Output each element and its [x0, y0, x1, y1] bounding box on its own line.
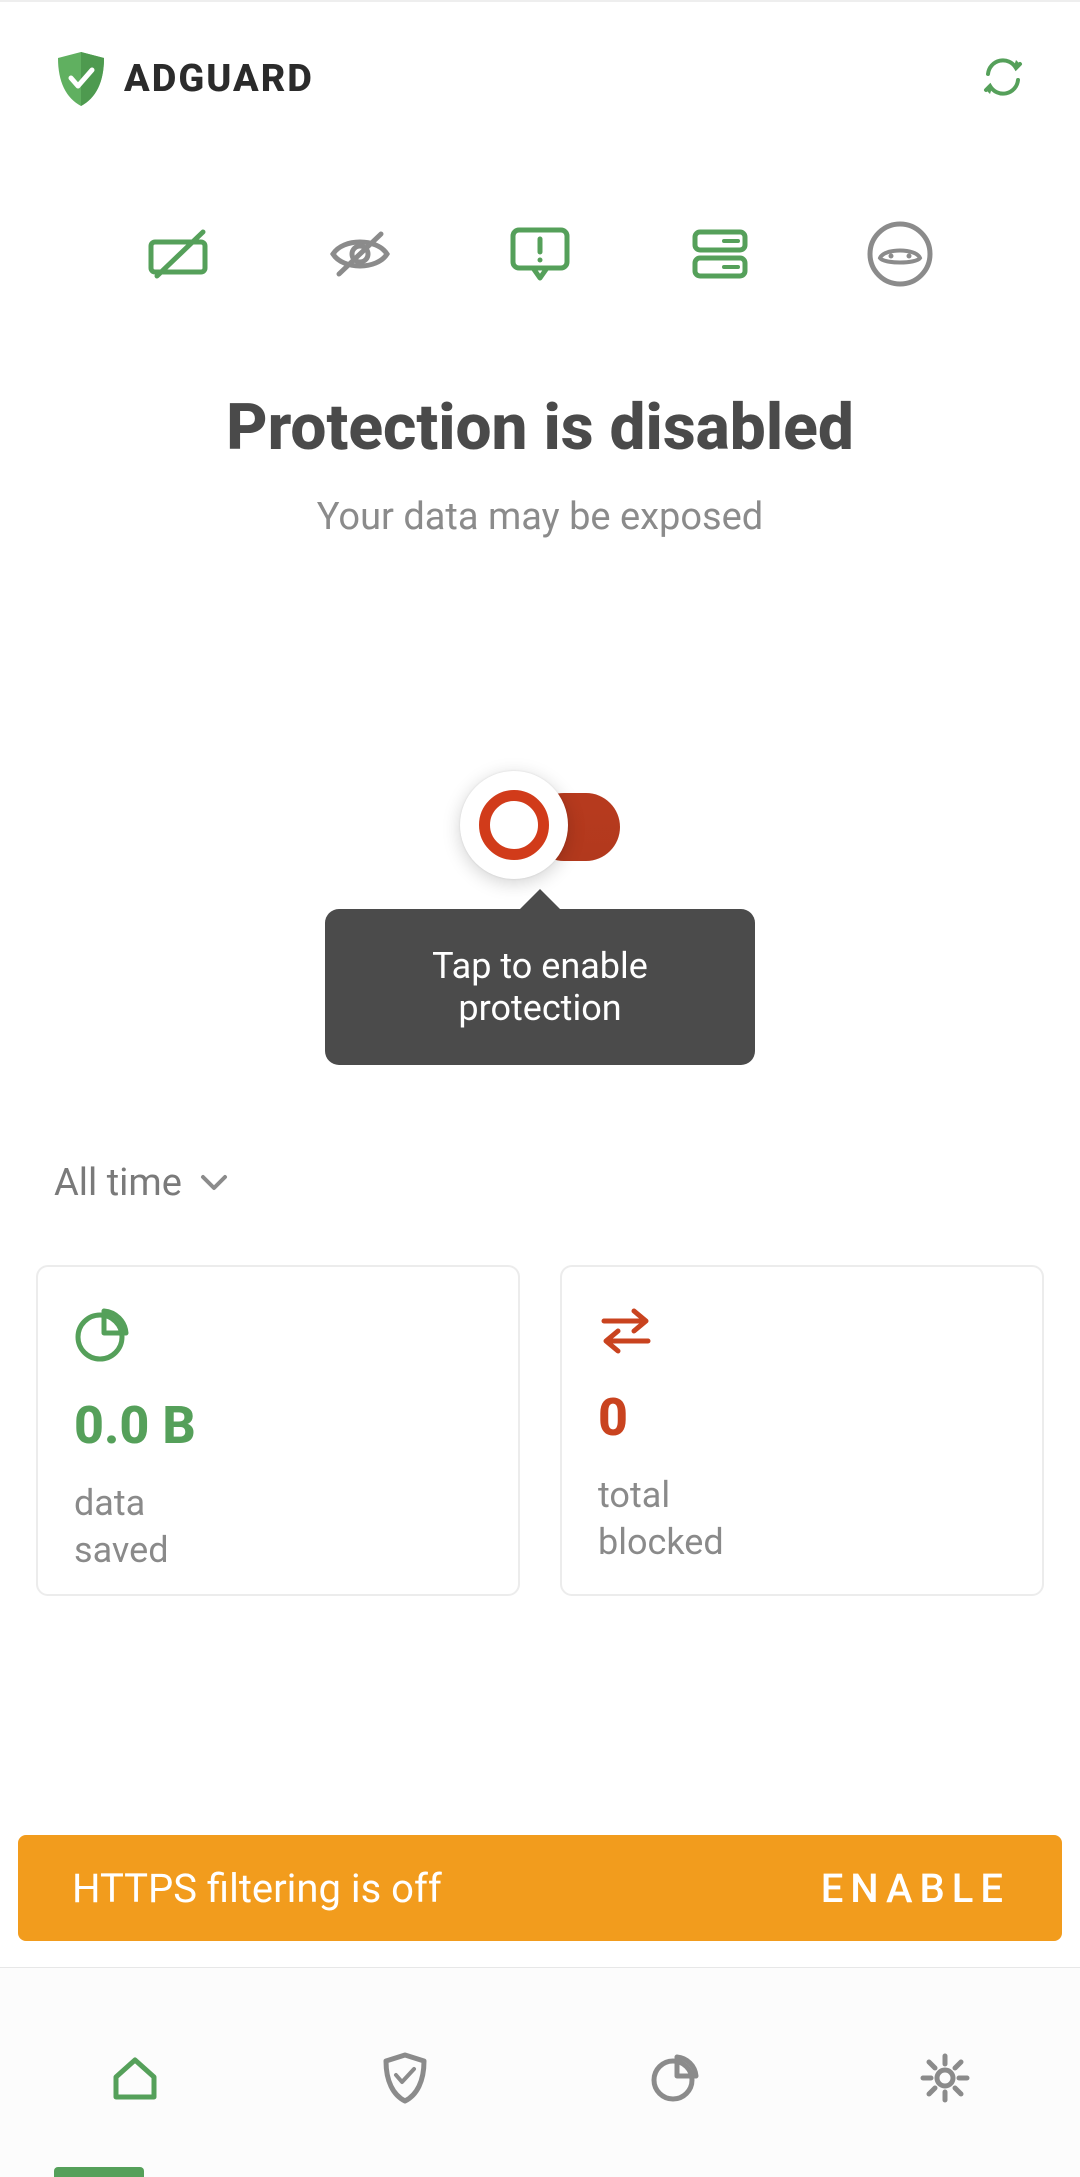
https-enable-button[interactable]: ENABLE [821, 1865, 1010, 1912]
feature-tracking-protection[interactable] [324, 218, 396, 290]
shield-outline-icon [380, 2051, 430, 2105]
chat-alert-icon [507, 224, 573, 284]
swap-arrows-icon [598, 1307, 654, 1355]
stats-period-dropdown[interactable]: All time [0, 1161, 1080, 1205]
pie-chart-icon [74, 1307, 130, 1363]
shield-check-icon [54, 50, 108, 108]
nav-settings[interactable] [913, 2046, 977, 2110]
enable-tooltip: Tap to enable protection [325, 909, 755, 1065]
brand-text: ADGUARD [124, 57, 314, 101]
refresh-icon [980, 54, 1026, 100]
refresh-button[interactable] [980, 54, 1026, 104]
brand-logo: ADGUARD [54, 50, 314, 108]
chart-icon [650, 2053, 700, 2103]
data-saved-value: 0.0 B [74, 1395, 482, 1456]
feature-ad-blocking[interactable] [144, 218, 216, 290]
eye-slash-icon [327, 226, 393, 282]
battery-slash-icon [147, 226, 213, 282]
nav-home[interactable] [103, 2046, 167, 2110]
feature-dns-protection[interactable] [684, 218, 756, 290]
feature-annoyance-blocking[interactable] [504, 218, 576, 290]
enable-tooltip-text: Tap to enable protection [432, 945, 648, 1029]
toggle-knob-off-icon [460, 771, 568, 879]
total-blocked-value: 0 [598, 1387, 1006, 1448]
chevron-down-icon [200, 1173, 228, 1193]
bottom-navigation [0, 1967, 1080, 2177]
stats-period-label: All time [54, 1161, 182, 1205]
feature-firewall[interactable] [864, 218, 936, 290]
gear-icon [919, 2052, 971, 2104]
total-blocked-label: totalblocked [598, 1472, 1006, 1566]
protection-toggle[interactable] [460, 789, 620, 861]
nav-statistics[interactable] [643, 2046, 707, 2110]
features-row [0, 148, 1080, 350]
dns-icon [690, 226, 750, 282]
protection-status-title: Protection is disabled [0, 390, 1080, 465]
data-saved-card[interactable]: 0.0 B datasaved [36, 1265, 520, 1596]
https-filtering-banner[interactable]: HTTPS filtering is off ENABLE [18, 1835, 1062, 1941]
private-browsing-icon [866, 220, 934, 288]
home-icon [110, 2053, 160, 2103]
data-saved-label: datasaved [74, 1480, 482, 1574]
protection-status-subtitle: Your data may be exposed [0, 495, 1080, 539]
total-blocked-card[interactable]: 0 totalblocked [560, 1265, 1044, 1596]
https-banner-text: HTTPS filtering is off [72, 1865, 442, 1912]
nav-protection[interactable] [373, 2046, 437, 2110]
nav-active-indicator [54, 2167, 144, 2177]
